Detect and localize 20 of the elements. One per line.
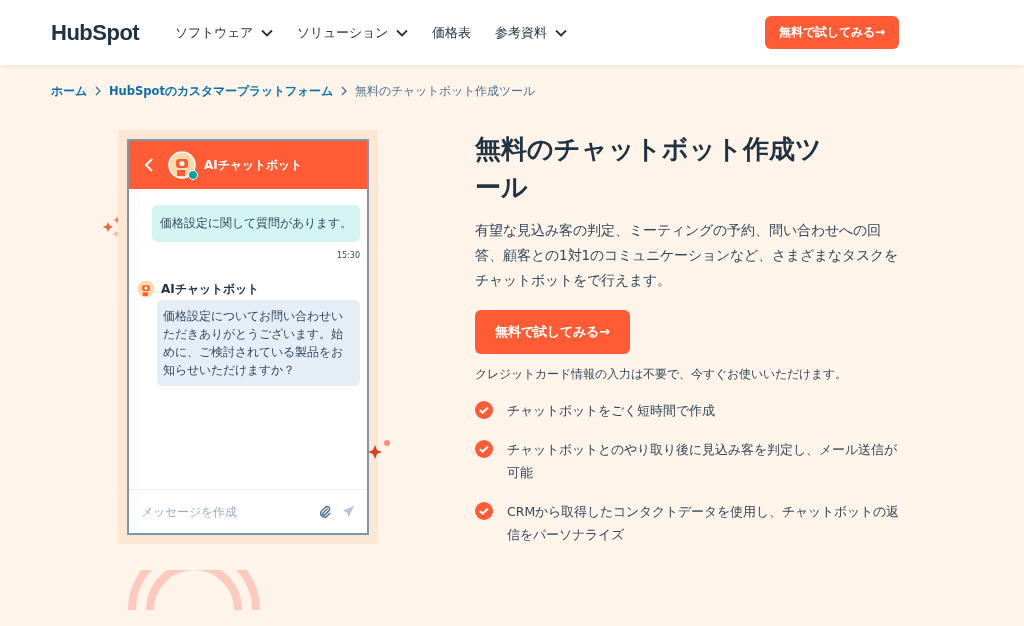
bot-name: AIチャットボット xyxy=(161,280,259,298)
breadcrumb-current: 無料のチャットボット作成ツール xyxy=(354,83,535,99)
note-text: クレジットカード情報の入力は不要で、今すぐお使いいただけます。 xyxy=(475,366,848,383)
message-input[interactable]: メッセージを作成 xyxy=(141,504,308,519)
page-title: 無料のチャットボット作成ツール xyxy=(475,133,823,204)
nav-menu-item[interactable]: 価格表 xyxy=(432,23,472,42)
breadcrumb-link[interactable]: ホーム xyxy=(51,83,87,99)
description-text: 有望な見込み客の判定、ミーティングの予約、問い合わせへの回答、顧客との1対1のコミュニケーションなど、さまざまなタスクをチャットボットをで行えます。 xyxy=(475,221,900,290)
user-message-bubble: 価格設定に関して質問があります。 xyxy=(152,205,360,242)
message-time: 15:30 xyxy=(336,251,360,260)
nav-menu-item[interactable]: ソリューション xyxy=(297,23,409,42)
feature-text: CRMから取得したコンタクトデータを使用し、チャットボットの返信をパーソナライズ xyxy=(507,503,901,544)
breadcrumb-link[interactable]: HubSpotのカスタマープラットフォーム xyxy=(109,83,333,99)
hubspot-logo[interactable]: HubSpot xyxy=(51,19,140,46)
nav-menu-item[interactable]: 参考資料 xyxy=(495,23,568,42)
feature-text: チャットボットとのやり取り後に見込み客を判定し、メール送信が可能 xyxy=(507,441,898,482)
nav-menu-item[interactable]: ソフトウェア xyxy=(175,23,274,42)
chat-title: AIチャットボット xyxy=(204,156,302,174)
feature-text: チャットボットをごく短時間で作成 xyxy=(507,402,715,420)
bot-message-bubble: 価格設定についてお問い合わせいただきありがとうございます。始めに、ご検討されている製品をお知らせいただけますか？ xyxy=(157,300,360,386)
